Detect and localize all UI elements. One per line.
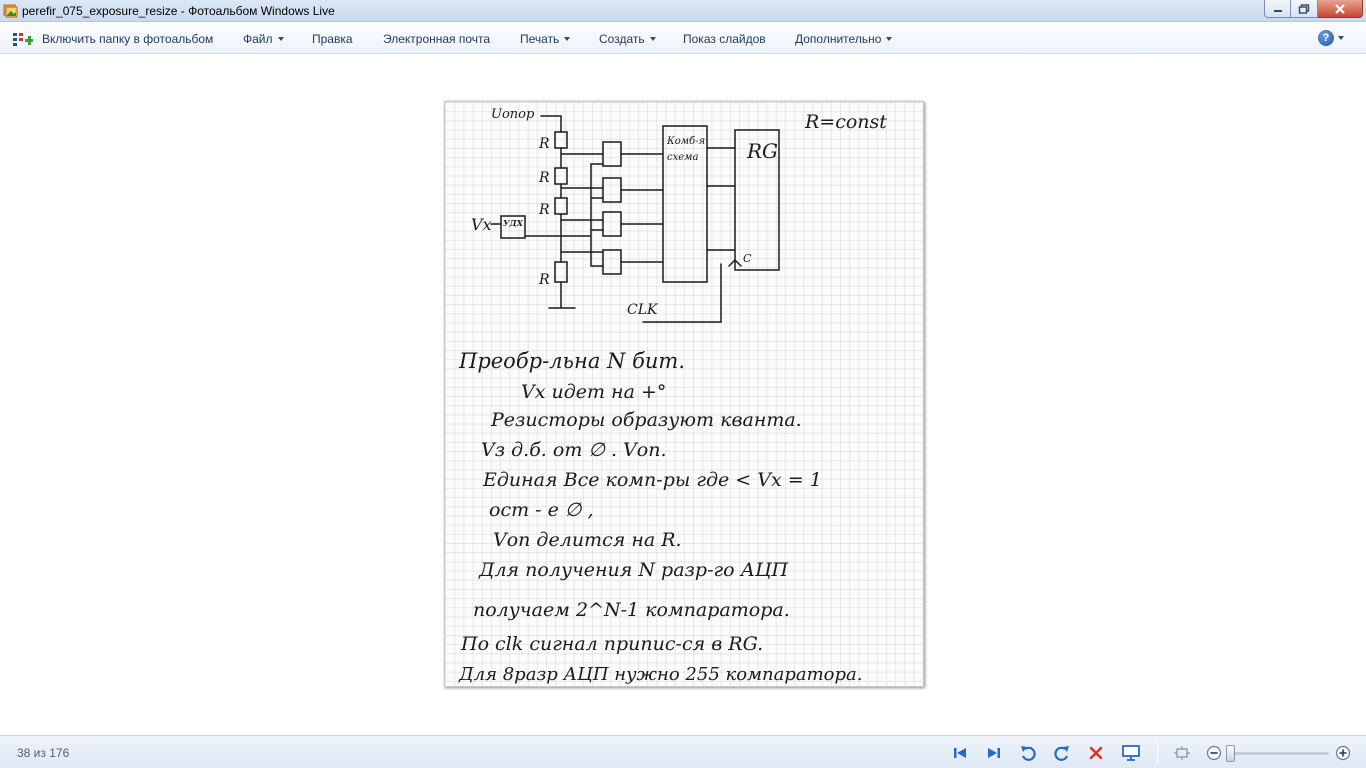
zoom-in-icon — [1335, 745, 1351, 761]
edit-label: Правка — [312, 31, 353, 46]
label-clock-input: C — [743, 252, 752, 265]
actual-size-icon — [1174, 746, 1190, 760]
note-line-9: получаем 2^N-1 компаратора. — [473, 599, 790, 621]
delete-icon — [1089, 746, 1103, 760]
note-line-5: Единая Все комп-ры где < Vx = 1 — [482, 469, 822, 491]
note-line-8: Для получения N разр-го АЦП — [478, 559, 789, 581]
label-r-const: R=const — [804, 111, 887, 133]
minimize-icon — [1273, 9, 1282, 12]
label-resistor-2: R — [538, 170, 550, 186]
include-folder-label: Включить папку в фотоальбом — [42, 31, 214, 46]
more-menu[interactable]: Дополнительно — [795, 23, 893, 54]
rotate-right-button[interactable] — [1052, 743, 1072, 763]
note-line-1: Преобр-льна N бит. — [458, 349, 685, 373]
chevron-down-icon — [886, 36, 893, 41]
note-line-7: Vоп делится на R. — [493, 529, 682, 551]
chevron-down-icon — [564, 36, 571, 41]
label-resistor-3: R — [538, 202, 550, 218]
photo: Uопор R=const R R R R RG Комб-я схема Vх… — [444, 101, 924, 687]
label-rg: RG — [746, 139, 778, 163]
zoom-slider-track[interactable] — [1229, 752, 1329, 755]
email-label: Электронная почта — [383, 31, 491, 46]
edit-button[interactable]: Правка — [312, 23, 353, 54]
photo-viewer: Uопор R=const R R R R RG Комб-я схема Vх… — [0, 55, 1366, 735]
note-line-11: Для 8разр АЦП нужно 255 компаратора. — [458, 664, 862, 685]
label-skhema: схема — [667, 152, 698, 163]
include-folder-button[interactable]: Включить папку в фотоальбом — [12, 23, 213, 54]
help-button[interactable]: ? — [1318, 30, 1344, 46]
restore-button[interactable] — [1291, 0, 1318, 18]
include-folder-icon — [13, 32, 33, 46]
more-menu-label: Дополнительно — [795, 31, 882, 46]
close-icon — [1335, 3, 1345, 14]
next-button[interactable] — [984, 743, 1004, 763]
label-uop: Uопор — [491, 107, 535, 122]
photo-gallery-app-icon — [3, 4, 18, 18]
command-bar: Включить папку в фотоальбом Файл Правка … — [0, 23, 1366, 54]
next-icon — [988, 748, 1000, 758]
label-clk: CLK — [627, 302, 659, 318]
zoom-slider-thumb[interactable] — [1226, 745, 1235, 762]
help-icon: ? — [1318, 30, 1334, 46]
close-window-button[interactable] — [1318, 0, 1363, 18]
zoom-out-button[interactable] — [1204, 743, 1224, 763]
label-komb: Комб-я — [666, 136, 705, 147]
zoom-out-icon — [1206, 745, 1222, 761]
photo-counter: 38 из 176 — [17, 746, 70, 760]
label-vx: Vх — [471, 215, 492, 234]
minimize-button[interactable] — [1264, 0, 1291, 18]
label-resistor-1: R — [538, 136, 550, 152]
restore-icon — [1298, 3, 1310, 14]
note-line-6: ост - е ∅ , — [489, 499, 594, 521]
slideshow-play-button[interactable] — [1121, 743, 1141, 763]
file-menu-label: Файл — [243, 31, 273, 46]
create-menu[interactable]: Создать — [599, 23, 656, 54]
window-title: perefir_075_exposure_resize - Фотоальбом… — [22, 4, 335, 18]
note-line-10: По clk сигнал припис-ся в RG. — [460, 633, 763, 655]
rotate-right-icon — [1054, 746, 1069, 761]
print-menu[interactable]: Печать — [520, 23, 571, 54]
email-button[interactable]: Электронная почта — [383, 23, 490, 54]
actual-size-button[interactable] — [1172, 743, 1192, 763]
status-bar: 38 из 176 — [0, 735, 1366, 768]
chevron-down-icon — [277, 36, 284, 41]
rotate-left-icon — [1021, 746, 1036, 761]
previous-button[interactable] — [950, 743, 970, 763]
zoom-in-button[interactable] — [1333, 743, 1353, 763]
slideshow-icon — [1122, 745, 1140, 761]
note-line-2: Vx идет на +° — [521, 381, 666, 403]
file-menu[interactable]: Файл — [243, 23, 284, 54]
chevron-down-icon — [1338, 36, 1344, 40]
slideshow-label: Показ слайдов — [683, 31, 766, 46]
create-menu-label: Создать — [599, 31, 645, 46]
note-line-4: Vз д.б. от ∅ . Vоп. — [481, 439, 666, 461]
previous-icon — [954, 748, 966, 758]
delete-button[interactable] — [1086, 743, 1106, 763]
divider — [1157, 742, 1158, 764]
slideshow-button[interactable]: Показ слайдов — [683, 23, 766, 54]
chevron-down-icon — [649, 36, 656, 41]
title-bar: perefir_075_exposure_resize - Фотоальбом… — [0, 0, 1366, 22]
rotate-left-button[interactable] — [1018, 743, 1038, 763]
handwritten-page: Uопор R=const R R R R RG Комб-я схема Vх… — [458, 107, 887, 685]
label-resistor-4: R — [538, 272, 550, 288]
note-line-3: Резисторы образуют кванта. — [490, 409, 802, 431]
label-udv: УДХ — [503, 218, 524, 228]
window-controls — [1264, 0, 1363, 19]
print-menu-label: Печать — [520, 31, 560, 46]
